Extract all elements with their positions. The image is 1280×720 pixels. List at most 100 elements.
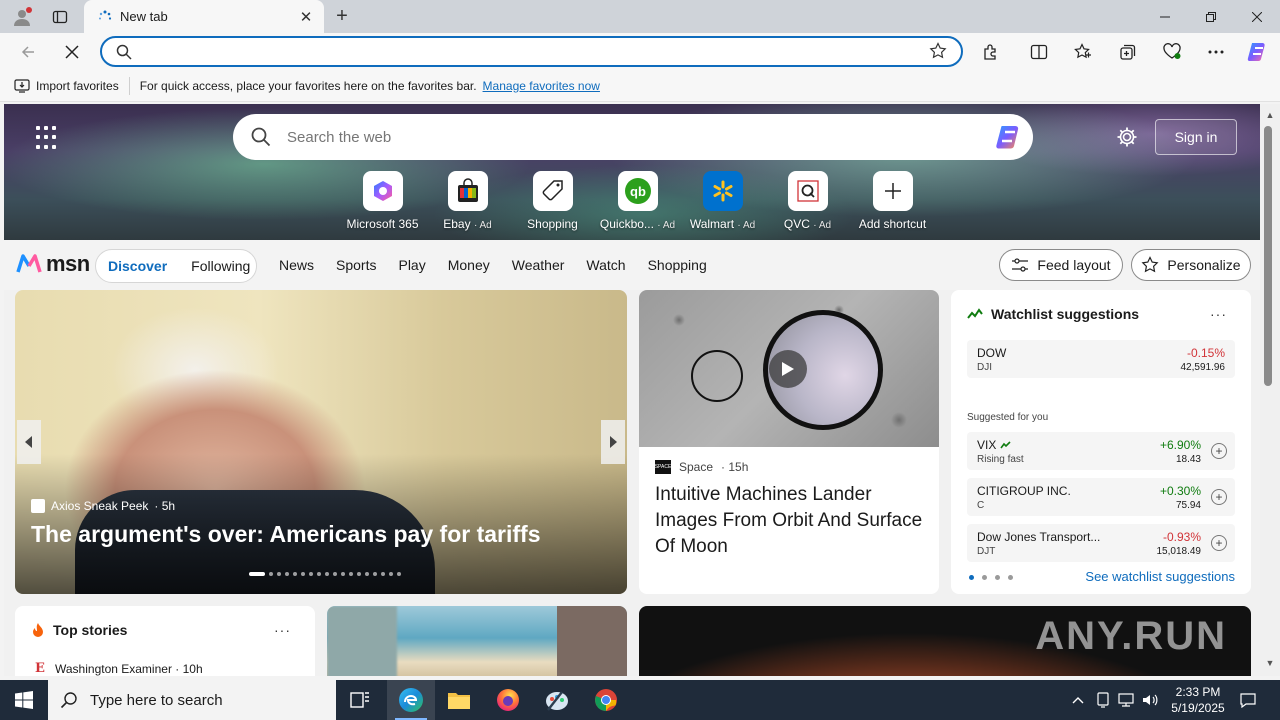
hero-story-title[interactable]: The argument's over: Americans pay for t… — [31, 521, 540, 548]
page-scrollbar[interactable]: ▲ ▼ — [1260, 104, 1280, 676]
tray-network[interactable] — [1116, 680, 1136, 720]
feed-layout-button[interactable]: Feed layout — [999, 249, 1123, 281]
taskbar-chrome[interactable] — [582, 680, 630, 720]
taskbar-file-explorer[interactable] — [435, 680, 483, 720]
address-input[interactable] — [142, 42, 922, 62]
shortcut-walmart[interactable]: Walmart · Ad — [680, 171, 765, 233]
shortcut-ebay[interactable]: Ebay · Ad — [425, 171, 510, 233]
moon-story-title[interactable]: Intuitive Machines Lander Images From Or… — [655, 482, 925, 560]
watchlist-more-button[interactable]: ··· — [1210, 306, 1227, 322]
add-to-watchlist-button[interactable]: + — [1211, 443, 1227, 459]
carousel-dot[interactable] — [301, 572, 305, 576]
favorite-star-icon[interactable] — [929, 42, 947, 60]
shortcut-microsoft-365[interactable]: Microsoft 365 — [340, 171, 425, 233]
nav-watch[interactable]: Watch — [586, 257, 625, 273]
top-story-source[interactable]: E Washington Examiner · 10h — [35, 662, 203, 677]
page-dot[interactable] — [982, 575, 987, 580]
carousel-dot[interactable] — [389, 572, 393, 576]
back-button[interactable] — [14, 38, 42, 66]
address-bar[interactable] — [100, 36, 963, 67]
page-dot[interactable] — [995, 575, 1000, 580]
nav-play[interactable]: Play — [398, 257, 425, 273]
carousel-dot[interactable] — [285, 572, 289, 576]
carousel-dot[interactable] — [249, 572, 265, 576]
stock-row-dow[interactable]: DOW DJI -0.15% 42,591.96 — [967, 340, 1235, 378]
stock-row-citigroup[interactable]: CITIGROUP INC. C +0.30% 75.94 + — [967, 478, 1235, 516]
app-launcher-button[interactable] — [36, 126, 60, 150]
shortcut-qvc[interactable]: QVC · Ad — [765, 171, 850, 233]
top-stories-more-button[interactable]: ··· — [274, 622, 291, 638]
carousel-dot[interactable] — [373, 572, 377, 576]
taskbar-search[interactable]: Type here to search — [48, 680, 336, 720]
taskbar-edge[interactable] — [387, 680, 435, 720]
carousel-prev-button[interactable] — [17, 420, 41, 464]
show-hidden-icons-button[interactable] — [1068, 680, 1088, 720]
carousel-dot[interactable] — [333, 572, 337, 576]
taskbar-app-tool[interactable] — [533, 680, 581, 720]
profile-button[interactable] — [8, 5, 36, 29]
add-to-watchlist-button[interactable]: + — [1211, 535, 1227, 551]
nav-shopping[interactable]: Shopping — [648, 257, 707, 273]
extensions-button[interactable] — [976, 38, 1006, 66]
carousel-dot[interactable] — [293, 572, 297, 576]
nav-weather[interactable]: Weather — [512, 257, 565, 273]
browser-essentials-button[interactable] — [1157, 38, 1187, 66]
taskbar-clock[interactable]: 2:33 PM 5/19/2025 — [1160, 684, 1236, 716]
settings-more-button[interactable] — [1201, 38, 1231, 66]
stock-row-vix[interactable]: VIX Rising fast +6.90% 18.43 + — [967, 432, 1235, 470]
carousel-dot[interactable] — [397, 572, 401, 576]
see-watchlist-suggestions-link[interactable]: See watchlist suggestions — [1085, 569, 1235, 584]
minimize-button[interactable] — [1142, 0, 1188, 33]
task-view-button[interactable] — [336, 680, 384, 720]
scroll-up-arrow-icon[interactable]: ▲ — [1264, 110, 1276, 122]
carousel-dot[interactable] — [325, 572, 329, 576]
close-window-button[interactable] — [1234, 0, 1280, 33]
stop-loading-button[interactable] — [58, 38, 86, 66]
gear-icon[interactable] — [1116, 126, 1138, 148]
page-dot[interactable] — [969, 575, 974, 580]
carousel-dot[interactable] — [309, 572, 313, 576]
close-tab-button[interactable]: ✕ — [298, 9, 314, 26]
carousel-dot[interactable] — [349, 572, 353, 576]
collections-button[interactable] — [1113, 38, 1143, 66]
page-dot[interactable] — [1008, 575, 1013, 580]
split-screen-button[interactable] — [1024, 38, 1054, 66]
carousel-dot[interactable] — [277, 572, 281, 576]
shortcut-shopping[interactable]: Shopping — [510, 171, 595, 233]
carousel-next-button[interactable] — [601, 420, 625, 464]
carousel-dot[interactable] — [357, 572, 361, 576]
taskbar-firefox[interactable] — [484, 680, 532, 720]
carousel-dot[interactable] — [269, 572, 273, 576]
play-video-button[interactable] — [769, 350, 807, 388]
sign-in-button[interactable]: Sign in — [1155, 119, 1237, 155]
mars-story-card[interactable]: ANY.RUN — [639, 606, 1251, 676]
tray-volume[interactable] — [1140, 680, 1160, 720]
beach-story-card[interactable] — [327, 606, 627, 676]
shortcut-quickbooks[interactable]: qb Quickbo... · Ad — [595, 171, 680, 233]
web-search-box[interactable]: Search the web — [233, 114, 1033, 160]
carousel-dot[interactable] — [317, 572, 321, 576]
favorites-button[interactable] — [1068, 38, 1098, 66]
tab-new-tab[interactable]: New tab ✕ — [84, 0, 324, 33]
nav-news[interactable]: News — [279, 257, 314, 273]
nav-money[interactable]: Money — [448, 257, 490, 273]
copilot-icon[interactable] — [993, 121, 1025, 153]
carousel-dot[interactable] — [341, 572, 345, 576]
personalize-button[interactable]: Personalize — [1131, 249, 1251, 281]
tab-following[interactable]: Following — [179, 258, 262, 274]
shortcut-add[interactable]: Add shortcut — [850, 171, 935, 233]
tab-discover[interactable]: Discover — [96, 258, 179, 274]
hero-story-card[interactable]: Axios Sneak Peek · 5h The argument's ove… — [15, 290, 627, 594]
import-favorites-button[interactable]: Import favorites — [14, 76, 130, 95]
carousel-dot[interactable] — [365, 572, 369, 576]
new-tab-button[interactable]: + — [330, 4, 354, 28]
msn-logo[interactable]: msn — [16, 251, 90, 277]
action-center-button[interactable] — [1238, 680, 1258, 720]
tray-device[interactable] — [1093, 680, 1113, 720]
scroll-down-arrow-icon[interactable]: ▼ — [1264, 658, 1276, 670]
start-button[interactable] — [0, 680, 48, 720]
tab-actions-button[interactable] — [46, 5, 74, 29]
stock-row-dow-transport[interactable]: Dow Jones Transport... DJT -0.93% 15,018… — [967, 524, 1235, 562]
add-to-watchlist-button[interactable]: + — [1211, 489, 1227, 505]
moon-story-card[interactable]: SPACE Space · 15h Intuitive Machines Lan… — [639, 290, 939, 594]
